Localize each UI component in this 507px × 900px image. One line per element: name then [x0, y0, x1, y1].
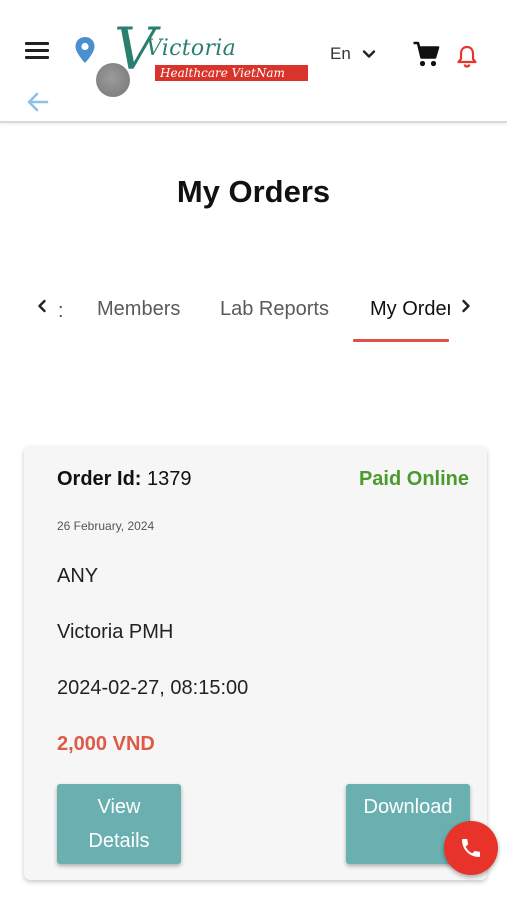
- order-appointment: 2024-02-27, 08:15:00: [57, 677, 249, 699]
- tab-bar: : Members Lab Reports My Orders: [0, 286, 507, 346]
- back-arrow-icon[interactable]: [26, 90, 50, 114]
- view-details-button[interactable]: View Details: [57, 784, 181, 864]
- chevron-left-icon[interactable]: [34, 298, 50, 314]
- tab-lab-reports[interactable]: Lab Reports: [220, 298, 329, 321]
- order-id-label: Order Id:: [57, 468, 142, 490]
- order-date: 26 February, 2024: [57, 519, 155, 533]
- language-selector[interactable]: En: [330, 42, 377, 66]
- order-amount: 2,000 VND: [57, 733, 155, 755]
- chevron-down-icon: [362, 50, 375, 58]
- active-tab-indicator: [353, 339, 449, 342]
- phone-icon: [462, 839, 480, 857]
- tab-my-orders[interactable]: My Orders: [370, 298, 450, 321]
- language-label: En: [330, 44, 351, 63]
- payment-status: Paid Online: [358, 468, 469, 490]
- menu-icon[interactable]: [25, 40, 51, 62]
- logo-tagline: Healthcare VietNam: [160, 66, 285, 80]
- page-title: My Orders: [176, 174, 331, 209]
- bell-icon[interactable]: [456, 44, 478, 68]
- app-header: V Victoria Healthcare VietNam En: [0, 0, 507, 123]
- tab-partial-hidden[interactable]: :: [58, 300, 64, 323]
- order-card: Order Id: 1379 Paid Online 26 February, …: [24, 446, 487, 880]
- order-id-value: 1379: [147, 468, 192, 490]
- logo-name: Victoria: [146, 36, 237, 61]
- order-location: Victoria PMH: [57, 621, 174, 643]
- view-details-label-line1: View: [97, 796, 141, 818]
- view-details-label-line2: Details: [88, 830, 150, 852]
- brand-logo[interactable]: V Victoria Healthcare VietNam: [92, 20, 312, 102]
- chevron-right-icon[interactable]: [458, 298, 474, 314]
- order-type: ANY: [57, 565, 99, 587]
- tab-members[interactable]: Members: [97, 298, 180, 321]
- call-button[interactable]: [444, 821, 498, 875]
- cart-icon[interactable]: [412, 40, 440, 68]
- order-id: Order Id: 1379: [57, 468, 192, 491]
- download-label: Download: [363, 796, 453, 818]
